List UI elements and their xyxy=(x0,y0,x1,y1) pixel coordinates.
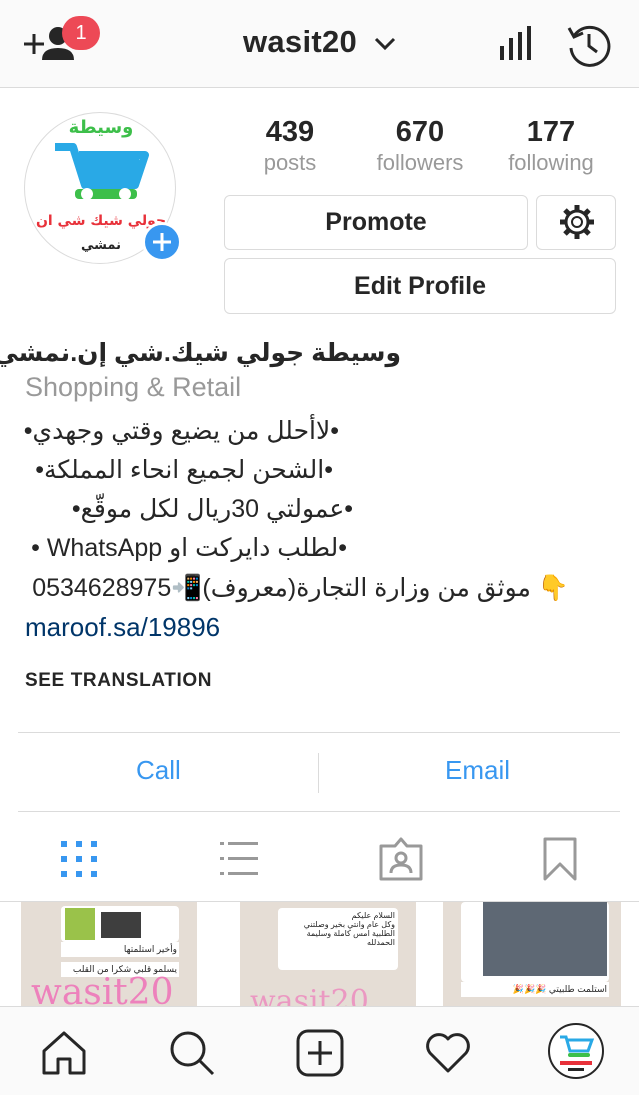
edit-profile-button[interactable]: Edit Profile xyxy=(224,258,616,314)
promote-button[interactable]: Promote xyxy=(224,195,528,250)
followers-count-label: followers xyxy=(376,150,464,175)
logo-text-top: وسيطة xyxy=(69,117,134,138)
chat-bubble: السلام عليكم وكل عام وانتي بخير وصلتني ا… xyxy=(278,908,398,970)
profile-display-name: وسيطة جولي شيك.شي إن.نمشي xyxy=(0,339,401,367)
grid-post[interactable]: السلام عليكم وكل عام وانتي بخير وصلتني ا… xyxy=(240,902,416,1006)
plus-icon xyxy=(153,233,171,251)
stats-icon[interactable] xyxy=(498,26,534,62)
posts-count-label: posts xyxy=(263,150,317,175)
bio-line-5: 👇 موثق من وزارة التجارة(معروف)📲053462897… xyxy=(32,574,569,602)
profile-view-tabs xyxy=(0,812,639,902)
logo-text-bottom: نمشي xyxy=(81,238,121,253)
product-photo xyxy=(483,902,607,976)
search-icon[interactable] xyxy=(168,1029,216,1077)
username-switcher[interactable]: wasit20 xyxy=(0,24,639,60)
bio-line-3: •عمولتي 30ريال لكل موقّع• xyxy=(71,495,353,523)
photo-bubble xyxy=(461,902,609,982)
username-title: wasit20 xyxy=(242,24,358,59)
profile-category: Shopping & Retail xyxy=(25,372,242,402)
store-logo-small xyxy=(560,1035,595,1071)
product-photo xyxy=(101,912,141,938)
following-count[interactable]: 177 following xyxy=(481,114,621,176)
bio-line-1: •لاأحلل من يضيع وقتي وجهدي• xyxy=(23,417,339,445)
contact-divider xyxy=(318,753,319,793)
activity-icon[interactable] xyxy=(424,1029,472,1077)
watermark: wasit20 xyxy=(250,984,369,1006)
following-count-value: 177 xyxy=(526,116,576,148)
grid-icon[interactable] xyxy=(58,838,100,880)
contact-buttons-row: Call Email xyxy=(18,732,620,812)
tagged-icon[interactable] xyxy=(377,836,425,882)
bio-line-2: •الشحن لجميع انحاء المملكة• xyxy=(35,456,333,484)
followers-count[interactable]: 670 followers xyxy=(350,114,490,176)
bottom-tab-bar xyxy=(0,1006,639,1095)
product-photo xyxy=(65,908,95,940)
add-story-button[interactable] xyxy=(142,222,182,262)
watermark: wasit20 xyxy=(31,972,174,1006)
settings-button[interactable] xyxy=(536,195,616,250)
home-icon[interactable] xyxy=(40,1029,88,1077)
profile-tab-avatar[interactable] xyxy=(548,1023,604,1079)
posts-count-value: 439 xyxy=(265,116,315,148)
chat-caption: وأخير استلمتها xyxy=(61,942,179,957)
see-translation-button[interactable]: SEE TRANSLATION xyxy=(25,670,212,692)
chat-greeting: السلام عليكم xyxy=(351,911,395,920)
gear-icon xyxy=(560,205,594,239)
call-button[interactable]: Call xyxy=(136,755,181,786)
posts-grid: وأخير استلمتها يسلمو قلبي شكرا من القلب … xyxy=(0,902,639,1006)
chat-caption: استلمت طلبيتي 🎉🎉🎉 xyxy=(461,982,609,997)
bio-line-4: •لطلب دايركت او WhatsApp • xyxy=(31,534,347,562)
top-navigation-bar: 1 wasit20 xyxy=(0,0,639,88)
followers-count-value: 670 xyxy=(395,116,445,148)
list-icon[interactable] xyxy=(218,838,260,880)
new-post-icon[interactable] xyxy=(296,1029,344,1077)
following-count-label: following xyxy=(508,150,594,175)
grid-post[interactable]: استلمت طلبيتي 🎉🎉🎉 xyxy=(443,902,621,1006)
grid-post[interactable]: وأخير استلمتها يسلمو قلبي شكرا من القلب … xyxy=(21,902,197,1006)
email-button[interactable]: Email xyxy=(445,755,510,786)
history-icon[interactable] xyxy=(566,22,612,68)
bio-website-link[interactable]: maroof.sa/19896 xyxy=(25,612,220,643)
posts-count[interactable]: 439 posts xyxy=(220,114,360,176)
chevron-down-icon xyxy=(374,37,396,50)
saved-icon[interactable] xyxy=(542,836,578,882)
chat-message: وكل عام وانتي بخير وصلتني الطلبية امس كا… xyxy=(303,920,395,947)
photo-bubble xyxy=(61,906,179,942)
